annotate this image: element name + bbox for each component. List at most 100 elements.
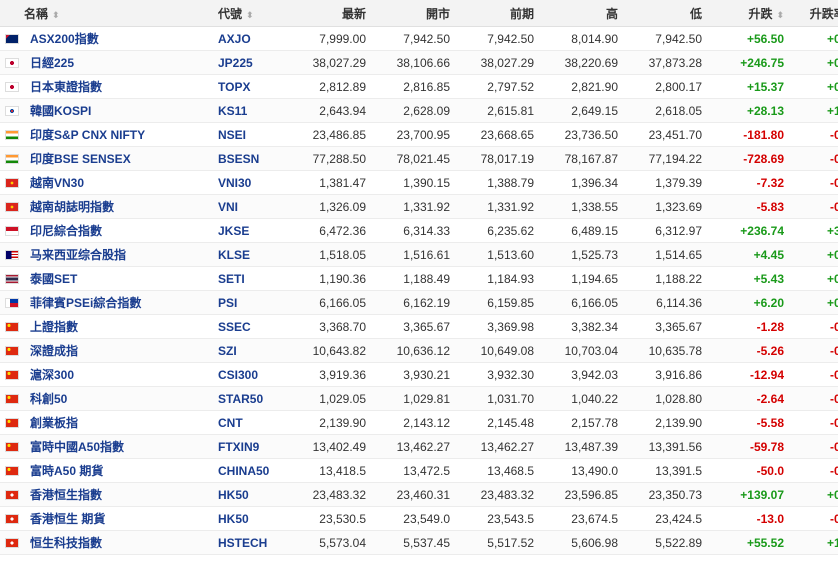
index-symbol-link[interactable]: FTXIN9 [218, 434, 290, 459]
header-name[interactable]: 名稱 ⬍ [24, 0, 218, 27]
table-row[interactable]: 深證成指 SZI 10,643.82 10,636.12 10,649.08 1… [0, 338, 838, 363]
index-name-link[interactable]: 韓國KOSPI [24, 98, 218, 123]
index-symbol-link[interactable]: BSESN [218, 146, 290, 171]
index-name-link[interactable]: 富時中國A50指數 [24, 434, 218, 459]
header-high[interactable]: 高 [542, 0, 626, 27]
change-value: +236.74 [710, 218, 790, 243]
index-symbol-link[interactable]: HK50 [218, 482, 290, 507]
table-row[interactable]: ASX200指數 AXJO 7,999.00 7,942.50 7,942.50… [0, 26, 838, 51]
index-name-link[interactable]: ASX200指數 [24, 26, 218, 51]
index-name-link[interactable]: 深證成指 [24, 338, 218, 363]
sort-icon[interactable]: ⬍ [776, 10, 784, 20]
index-symbol-link[interactable]: SETI [218, 266, 290, 291]
index-symbol-link[interactable]: KS11 [218, 98, 290, 123]
change-percent: -0.26% [790, 410, 838, 435]
table-row[interactable]: 日本東證指數 TOPX 2,812.89 2,816.85 2,797.52 2… [0, 74, 838, 99]
index-symbol-link[interactable]: SSEC [218, 314, 290, 339]
header-open[interactable]: 開市 [374, 0, 458, 27]
table-row[interactable]: 马来西亚综合股指 KLSE 1,518.05 1,516.61 1,513.60… [0, 242, 838, 267]
table-row[interactable]: 印度BSE SENSEX BSESN 77,288.50 78,021.45 7… [0, 146, 838, 171]
open-price: 23,700.95 [374, 122, 458, 147]
index-name-link[interactable]: 恒生科技指數 [24, 530, 218, 555]
table-row[interactable]: 日經225 JP225 38,027.29 38,106.66 38,027.2… [0, 50, 838, 75]
last-price: 6,166.05 [290, 290, 374, 315]
index-symbol-link[interactable]: VNI [218, 194, 290, 219]
index-symbol-link[interactable]: NSEI [218, 122, 290, 147]
header-low[interactable]: 低 [626, 0, 710, 27]
header-prev[interactable]: 前期 [458, 0, 542, 27]
table-row[interactable]: 上證指數 SSEC 3,368.70 3,365.67 3,369.98 3,3… [0, 314, 838, 339]
index-symbol-link[interactable]: STAR50 [218, 386, 290, 411]
index-name-link[interactable]: 泰國SET [24, 266, 218, 291]
index-symbol-link[interactable]: CSI300 [218, 362, 290, 387]
index-name-link[interactable]: 马来西亚综合股指 [24, 242, 218, 267]
change-value: +56.50 [710, 26, 790, 51]
index-name-link[interactable]: 香港恒生指數 [24, 482, 218, 507]
header-symbol[interactable]: 代號 ⬍ [218, 0, 290, 27]
last-price: 7,999.00 [290, 26, 374, 51]
table-row[interactable]: 泰國SET SETI 1,190.36 1,188.49 1,184.93 1,… [0, 266, 838, 291]
index-symbol-link[interactable]: PSI [218, 290, 290, 315]
index-symbol-link[interactable]: VNI30 [218, 170, 290, 195]
table-row[interactable]: 菲律賓PSEi綜合指數 PSI 6,166.05 6,162.19 6,159.… [0, 290, 838, 315]
table-row[interactable]: 越南胡誌明指數 VNI 1,326.09 1,331.92 1,331.92 1… [0, 194, 838, 219]
vietnam-flag-icon [5, 178, 19, 189]
open-price: 7,942.50 [374, 26, 458, 51]
table-row[interactable]: 越南VN30 VNI30 1,381.47 1,390.15 1,388.79 … [0, 170, 838, 195]
table-header-row: 名稱⬍ 代號⬍ 最新 開市 前期 高 低 升跌⬍ 升跌率%⬍ [0, 0, 838, 27]
index-name-link[interactable]: 創業板指 [24, 410, 218, 435]
sort-icon[interactable]: ⬍ [246, 10, 254, 20]
prev-close: 1,331.92 [458, 194, 542, 219]
header-change-pct[interactable]: 升跌率%⬍ [790, 0, 838, 27]
index-name-link[interactable]: 日經225 [24, 50, 218, 75]
philippines-flag-icon [5, 298, 19, 309]
header-last[interactable]: 最新 [290, 0, 374, 27]
high-price: 78,167.87 [542, 146, 626, 171]
high-price: 1,396.34 [542, 170, 626, 195]
index-name-link[interactable]: 科創50 [24, 386, 218, 411]
index-symbol-link[interactable]: HK50 [218, 506, 290, 531]
table-row[interactable]: 印度S&P CNX NIFTY NSEI 23,486.85 23,700.95… [0, 122, 838, 147]
header-change[interactable]: 升跌 ⬍ [710, 0, 790, 27]
index-symbol-link[interactable]: CNT [218, 410, 290, 435]
index-symbol-link[interactable]: AXJO [218, 26, 290, 51]
table-row[interactable]: 富時中國A50指數 FTXIN9 13,402.49 13,462.27 13,… [0, 434, 838, 459]
index-name-link[interactable]: 富時A50 期貨 [24, 458, 218, 483]
index-symbol-link[interactable]: CHINA50 [218, 458, 290, 483]
last-price: 2,139.90 [290, 410, 374, 435]
index-name-link[interactable]: 香港恒生 期貨 [24, 506, 218, 531]
change-value: +15.37 [710, 74, 790, 99]
table-row[interactable]: 印尼綜合指數 JKSE 6,472.36 6,314.33 6,235.62 6… [0, 218, 838, 243]
index-symbol-link[interactable]: HSTECH [218, 530, 290, 555]
china-flag-icon [5, 346, 19, 357]
index-symbol-link[interactable]: JP225 [218, 50, 290, 75]
table-row[interactable]: 創業板指 CNT 2,139.90 2,143.12 2,145.48 2,15… [0, 410, 838, 435]
table-row[interactable]: 科創50 STAR50 1,029.05 1,029.81 1,031.70 1… [0, 386, 838, 411]
index-symbol-link[interactable]: KLSE [218, 242, 290, 267]
index-name-link[interactable]: 上證指數 [24, 314, 218, 339]
table-row[interactable]: 香港恒生指數 HK50 23,483.32 23,460.31 23,483.3… [0, 482, 838, 507]
index-symbol-link[interactable]: TOPX [218, 74, 290, 99]
table-row[interactable]: 韓國KOSPI KS11 2,643.94 2,628.09 2,615.81 … [0, 98, 838, 123]
sort-icon[interactable]: ⬍ [52, 10, 60, 20]
prev-close: 13,468.5 [458, 458, 542, 483]
flag-cell [0, 290, 24, 315]
change-value: +55.52 [710, 530, 790, 555]
table-row[interactable]: 香港恒生 期貨 HK50 23,530.5 23,549.0 23,543.5 … [0, 506, 838, 531]
index-name-link[interactable]: 越南VN30 [24, 170, 218, 195]
index-name-link[interactable]: 滬深300 [24, 362, 218, 387]
change-percent: +0.46% [790, 266, 838, 291]
index-symbol-link[interactable]: JKSE [218, 218, 290, 243]
index-name-link[interactable]: 日本東證指數 [24, 74, 218, 99]
index-symbol-link[interactable]: SZI [218, 338, 290, 363]
table-row[interactable]: 恒生科技指數 HSTECH 5,573.04 5,537.45 5,517.52… [0, 530, 838, 555]
index-name-link[interactable]: 越南胡誌明指數 [24, 194, 218, 219]
index-name-link[interactable]: 印度S&P CNX NIFTY [24, 122, 218, 147]
index-name-link[interactable]: 印度BSE SENSEX [24, 146, 218, 171]
table-row[interactable]: 滬深300 CSI300 3,919.36 3,930.21 3,932.30 … [0, 362, 838, 387]
change-percent: +1.01% [790, 530, 838, 555]
index-name-link[interactable]: 印尼綜合指數 [24, 218, 218, 243]
open-price: 1,390.15 [374, 170, 458, 195]
index-name-link[interactable]: 菲律賓PSEi綜合指數 [24, 290, 218, 315]
table-row[interactable]: 富時A50 期貨 CHINA50 13,418.5 13,472.5 13,46… [0, 458, 838, 483]
